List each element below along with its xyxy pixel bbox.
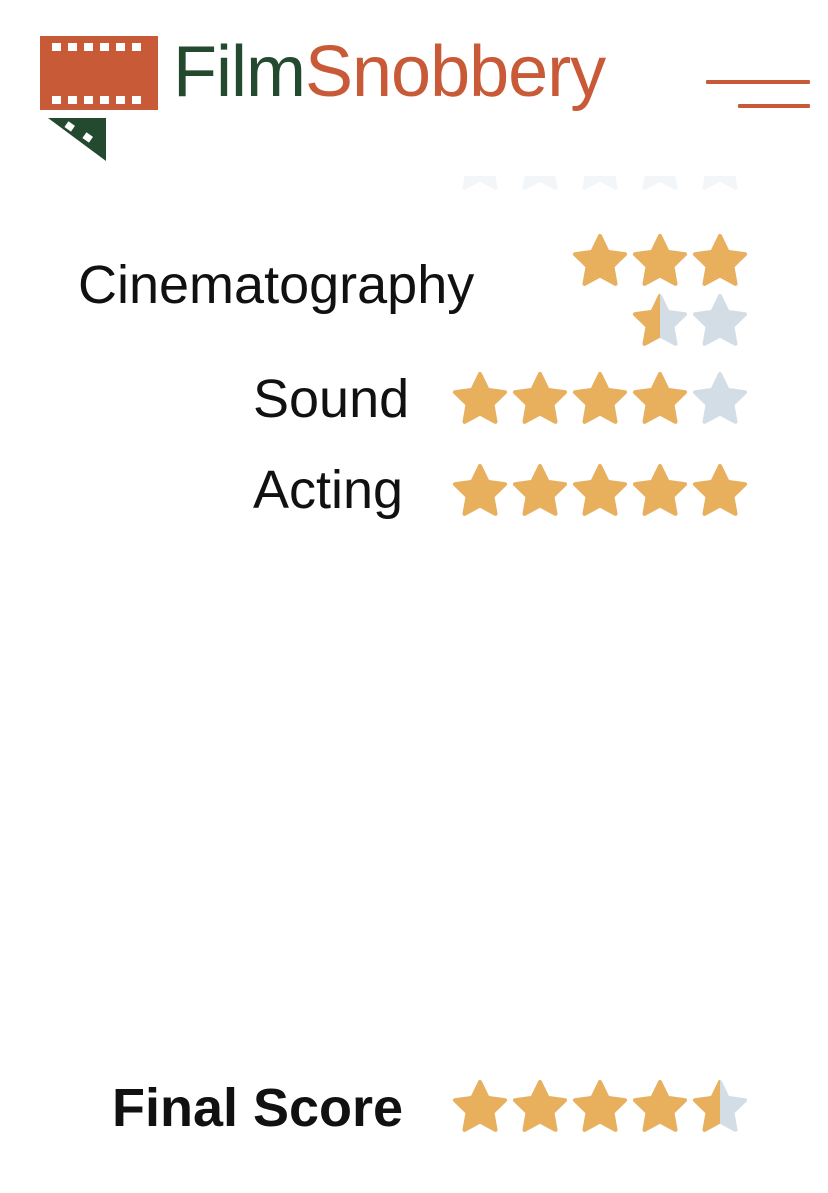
star-half-icon <box>690 1078 750 1138</box>
star-filled-icon <box>690 462 750 522</box>
menu-line-bottom <box>738 104 810 108</box>
star-filled-icon <box>510 1078 570 1138</box>
star-filled-icon <box>630 232 690 292</box>
rating-label-sound: Sound <box>253 369 410 429</box>
star-empty-icon <box>690 292 750 352</box>
star-rating-acting <box>450 462 750 522</box>
star-half-icon <box>630 292 690 352</box>
star-rating-sound <box>450 370 750 430</box>
star-filled-icon <box>570 370 630 430</box>
final-score-label: Final Score <box>112 1078 404 1138</box>
star-empty-icon <box>690 176 750 196</box>
logo-word-snobbery: Snobbery <box>304 32 606 112</box>
star-filled-icon <box>510 370 570 430</box>
menu-line-top <box>706 80 810 84</box>
star-empty-icon <box>510 176 570 196</box>
cutoff-rating-row <box>290 176 750 206</box>
star-filled-icon <box>510 462 570 522</box>
star-empty-icon <box>450 176 510 196</box>
star-filled-icon <box>630 462 690 522</box>
star-filled-icon <box>570 1078 630 1138</box>
site-name: FilmSnobbery <box>173 32 606 112</box>
star-filled-icon <box>570 462 630 522</box>
star-filled-icon <box>690 232 750 292</box>
rating-label-acting: Acting <box>253 460 404 520</box>
star-filled-icon <box>570 232 630 292</box>
star-filled-icon <box>630 1078 690 1138</box>
star-filled-icon <box>450 462 510 522</box>
hamburger-menu-icon[interactable] <box>706 76 810 116</box>
film-reel-logo-icon <box>40 36 158 161</box>
star-empty-icon <box>690 370 750 430</box>
star-filled-icon <box>630 370 690 430</box>
star-filled-icon <box>450 1078 510 1138</box>
rating-label-cinematography: Cinematography <box>78 255 475 315</box>
star-filled-icon <box>450 370 510 430</box>
cutoff-star-rating <box>450 176 750 196</box>
star-rating-cinematography <box>570 232 750 352</box>
star-empty-icon <box>630 176 690 196</box>
site-header: FilmSnobbery <box>0 0 828 170</box>
star-empty-icon <box>570 176 630 196</box>
site-logo[interactable]: FilmSnobbery <box>40 30 660 165</box>
logo-word-film: Film <box>173 32 306 112</box>
star-rating-final-score <box>450 1078 750 1138</box>
